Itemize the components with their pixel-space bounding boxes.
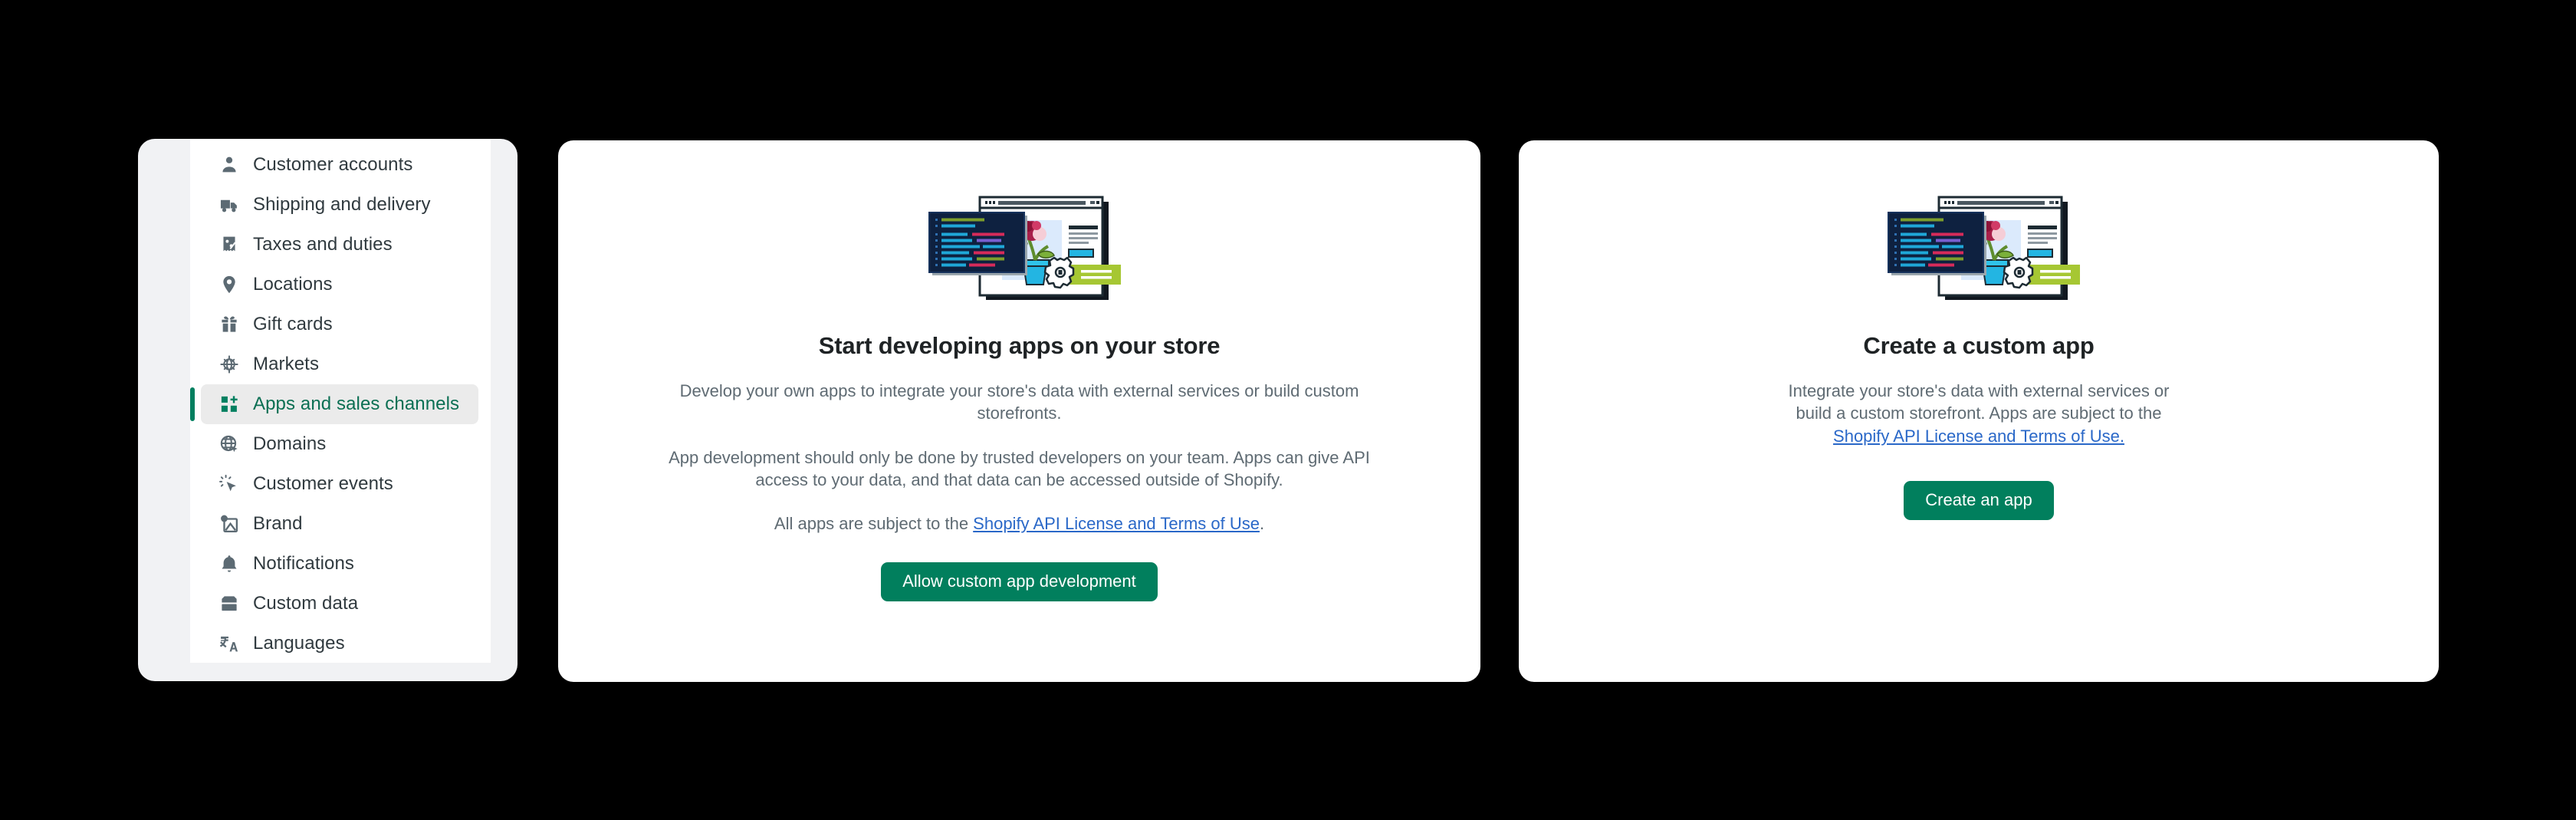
map-pin-icon [216,272,242,298]
start-developing-apps-card: Start developing apps on your store Deve… [558,140,1480,682]
sidebar-item-taxes-and-duties[interactable]: Taxes and duties [201,225,478,265]
receipt-percent-icon [216,232,242,258]
gift-icon [216,311,242,338]
sidebar-item-languages[interactable]: Languages [201,624,478,664]
card-paragraph-1: Develop your own apps to integrate your … [679,381,1359,423]
app-development-illustration [1875,183,2083,306]
card-title: Start developing apps on your store [818,332,1221,359]
screen: Customer accounts Shipping and delivery Ta… [0,0,2576,820]
sidebar-item-label: Shipping and delivery [253,194,431,215]
create-an-app-button[interactable]: Create an app [1904,480,2054,520]
apps-plus-icon [216,391,242,417]
sidebar-item-label: Notifications [253,553,355,574]
sidebar-item-label: Languages [253,633,345,654]
sidebar-item-label: Apps and sales channels [253,394,460,414]
sidebar-item-apps-and-sales-channels[interactable]: Apps and sales channels [190,384,478,424]
sidebar-item-label: Custom data [253,593,359,614]
truck-icon [216,192,242,218]
person-icon [216,152,242,178]
sidebar-item-label: Markets [253,354,320,374]
sidebar-item-label: Gift cards [253,314,333,334]
sidebar-item-notifications[interactable]: Notifications [201,544,478,584]
sidebar-item-label: Customer accounts [253,154,413,175]
create-custom-app-card: Create a custom app Integrate your store… [1519,140,2439,682]
sidebar-item-custom-data[interactable]: Custom data [201,584,478,624]
sidebar-item-label: Brand [253,513,303,534]
sidebar-item-customer-events[interactable]: Customer events [201,464,478,504]
sidebar-item-customer-accounts[interactable]: Customer accounts [201,145,478,185]
globe-arrow-icon [216,431,242,457]
sidebar-item-label: Locations [253,274,333,295]
app-development-illustration [915,183,1124,306]
sidebar-item-label: Taxes and duties [253,234,393,255]
translate-icon [216,631,242,657]
card-paragraph: Integrate your store's data with externa… [1772,380,2186,447]
card-paragraph-3: All apps are subject to the Shopify API … [659,512,1380,535]
app-development-illustration-svg [928,196,1121,300]
card-paragraph-2: App development should only be done by t… [669,447,1370,489]
create-card-text: Integrate your store's data with externa… [1788,381,2170,423]
card-title: Create a custom app [1863,332,2095,359]
sidebar-item-label: Customer events [253,473,393,494]
settings-sidebar: Customer accounts Shipping and delivery Ta… [138,139,518,681]
settings-nav-panel: Customer accounts Shipping and delivery Ta… [190,139,491,663]
allow-custom-app-development-button[interactable]: Allow custom app development [881,562,1158,602]
sidebar-item-brand[interactable]: Brand [201,504,478,544]
sidebar-item-domains[interactable]: Domains [201,424,478,464]
database-icon [216,591,242,617]
app-development-illustration-svg [1888,196,2080,300]
sidebar-selected-indicator [190,387,195,421]
sidebar-item-label: Domains [253,433,327,454]
terms-prefix-text: All apps are subject to the [774,514,974,533]
shopify-api-license-link[interactable]: Shopify API License and Terms of Use [973,514,1260,533]
sidebar-item-markets[interactable]: Markets [201,344,478,384]
globe-target-icon [216,351,242,377]
brand-image-icon [216,511,242,537]
sidebar-item-shipping-and-delivery[interactable]: Shipping and delivery [201,185,478,225]
sidebar-item-gift-cards[interactable]: Gift cards [201,305,478,344]
sidebar-item-locations[interactable]: Locations [201,265,478,305]
shopify-api-license-link[interactable]: Shopify API License and Terms of Use. [1833,426,2124,446]
click-cursor-icon [216,471,242,497]
bell-icon [216,551,242,577]
terms-suffix-text: . [1259,514,1265,533]
settings-nav-list: Customer accounts Shipping and delivery Ta… [190,139,491,664]
